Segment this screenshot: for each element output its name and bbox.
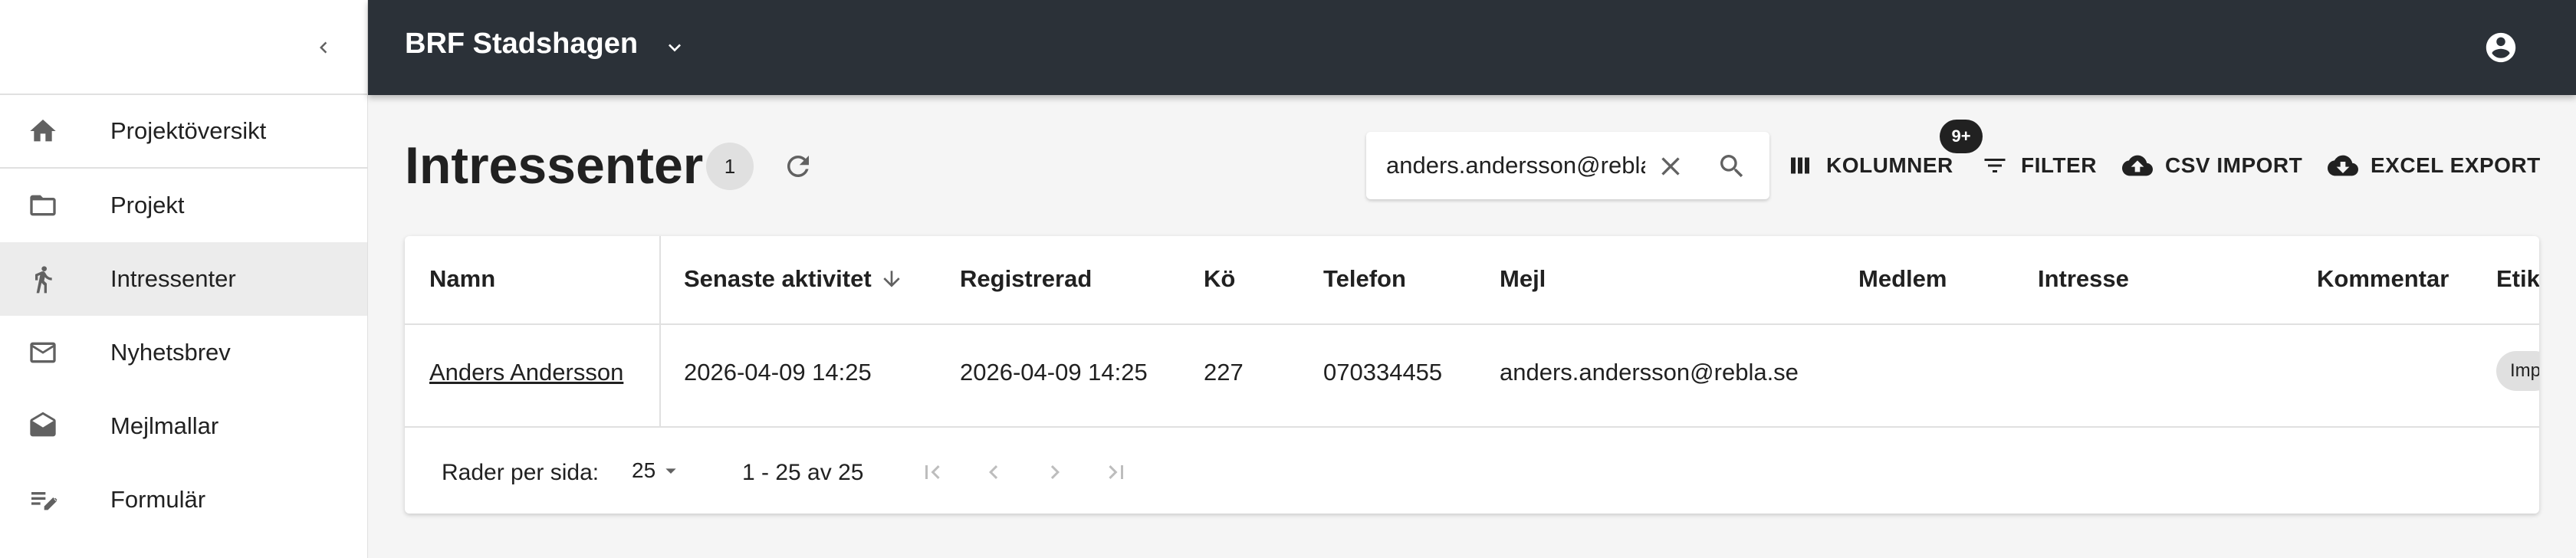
arrow-downward-icon	[883, 271, 900, 287]
sidebar-item-projektoversikt[interactable]: Projektöversikt	[0, 95, 367, 169]
first-page-icon	[925, 465, 940, 479]
column-header-senaste-aktivitet[interactable]: Senaste aktivitet	[684, 265, 904, 293]
close-icon	[1661, 157, 1680, 176]
excel-export-label: EXCEL EXPORT	[2371, 153, 2541, 177]
previous-page-button[interactable]	[974, 452, 1014, 492]
cell-phone: 070334455	[1323, 359, 1443, 386]
sidebar-item-nyhetsbrev[interactable]: Nyhetsbrev	[0, 316, 367, 389]
columns-label: KOLUMNER	[1826, 153, 1953, 177]
rows-per-page-select[interactable]: 25	[632, 451, 683, 491]
last-page-icon	[1109, 465, 1123, 479]
search-box	[1366, 132, 1769, 199]
view-column-icon	[1791, 157, 1809, 174]
top-app-bar: BRF Stadshagen	[368, 0, 2576, 95]
filter-label: FILTER	[2021, 153, 2097, 177]
search-icon	[1720, 155, 1743, 178]
search-button[interactable]	[1713, 147, 1751, 185]
collapse-sidebar-button[interactable]	[304, 28, 343, 67]
chevron-down-icon	[669, 44, 681, 52]
filter-list-icon	[1984, 159, 2006, 172]
chevron-left-icon	[320, 41, 327, 54]
cell-email: anders.andersson@rebla.se	[1500, 359, 1799, 386]
rows-per-page-label: Rader per sida:	[442, 460, 600, 485]
column-header-intresse[interactable]: Intresse	[2038, 265, 2129, 293]
mail-icon	[26, 336, 60, 369]
clear-search-button[interactable]	[1651, 147, 1690, 185]
column-header-telefon[interactable]: Telefon	[1323, 265, 1406, 293]
sidebar-item-intressenter[interactable]: Intressenter	[0, 242, 367, 316]
columns-badge: 9+	[1940, 120, 1983, 153]
data-table: Namn Senaste aktivitet Registrerad Kö Te…	[405, 236, 2539, 514]
table-row[interactable]: Anders Andersson 2026-04-09 14:25 2026-0…	[405, 325, 2539, 428]
home-icon	[26, 114, 60, 148]
page-title: Intressenter	[405, 136, 704, 195]
cell-queue: 227	[1204, 359, 1244, 386]
column-header-namn[interactable]: Namn	[429, 265, 495, 293]
tag-chip: Imp	[2496, 351, 2539, 391]
first-page-button[interactable]	[912, 452, 952, 492]
csv-import-label: CSV IMPORT	[2165, 153, 2303, 177]
sidebar-item-mejlmallar[interactable]: Mejlmallar	[0, 389, 367, 463]
column-header-medlem[interactable]: Medlem	[1858, 265, 1947, 293]
sidebar-item-label: Projektöversikt	[110, 117, 267, 144]
filter-button[interactable]: FILTER	[1981, 146, 2097, 185]
chevron-left-icon	[989, 465, 998, 479]
sidebar-item-formular[interactable]: Formulär	[0, 463, 367, 537]
table-pagination: Rader per sida: 25 1 - 25 av 25	[405, 428, 2539, 514]
column-header-label: Senaste aktivitet	[684, 265, 872, 292]
cloud-download-icon	[2328, 155, 2358, 176]
refresh-icon	[787, 156, 809, 177]
drafts-icon	[26, 409, 60, 443]
sidebar-item-label: Nyhetsbrev	[110, 339, 231, 366]
rows-per-page-value: 25	[632, 458, 656, 482]
form-edit-icon	[26, 483, 60, 517]
sidebar-item-label: Mejlmallar	[110, 412, 219, 439]
organization-name[interactable]: BRF Stadshagen	[405, 28, 638, 61]
sidebar-item-projekt[interactable]: Projekt	[0, 169, 367, 242]
sidebar-item-label: Projekt	[110, 192, 185, 218]
arrow-drop-down-icon	[665, 468, 676, 474]
contact-name-link[interactable]: Anders Andersson	[429, 359, 623, 386]
last-page-button[interactable]	[1096, 452, 1136, 492]
account-button[interactable]	[2478, 25, 2524, 71]
refresh-button[interactable]	[777, 146, 819, 187]
cell-last-activity: 2026-04-09 14:25	[684, 359, 872, 386]
organization-dropdown-button[interactable]	[655, 28, 695, 67]
column-header-ko[interactable]: Kö	[1204, 265, 1235, 293]
sidebar-header	[0, 0, 367, 95]
column-header-mejl[interactable]: Mejl	[1500, 265, 1546, 293]
person-walking-icon	[26, 262, 60, 296]
cloud-upload-icon	[2122, 155, 2153, 176]
sidebar-item-label: Formulär	[110, 486, 206, 513]
sidebar: Projektöversikt Projekt Intressenter Nyh…	[0, 0, 368, 558]
chevron-right-icon	[1050, 465, 1060, 479]
excel-export-button[interactable]: EXCEL EXPORT	[2328, 146, 2541, 185]
account-circle-icon	[2486, 32, 2516, 63]
columns-button[interactable]: KOLUMNER	[1786, 146, 1953, 185]
csv-import-button[interactable]: CSV IMPORT	[2122, 146, 2302, 185]
column-header-kommentar[interactable]: Kommentar	[2317, 265, 2449, 293]
column-header-registrerad[interactable]: Registrerad	[960, 265, 1092, 293]
next-page-button[interactable]	[1035, 452, 1075, 492]
column-header-etiketter[interactable]: Etik	[2496, 265, 2539, 293]
pagination-range: 1 - 25 av 25	[742, 460, 864, 485]
table-header-row: Namn Senaste aktivitet Registrerad Kö Te…	[405, 236, 2539, 325]
cell-registered: 2026-04-09 14:25	[960, 359, 1148, 386]
result-count-badge: 1	[706, 143, 754, 190]
search-input[interactable]	[1386, 149, 1645, 182]
folder-icon	[26, 189, 60, 222]
sidebar-item-label: Intressenter	[110, 265, 236, 292]
